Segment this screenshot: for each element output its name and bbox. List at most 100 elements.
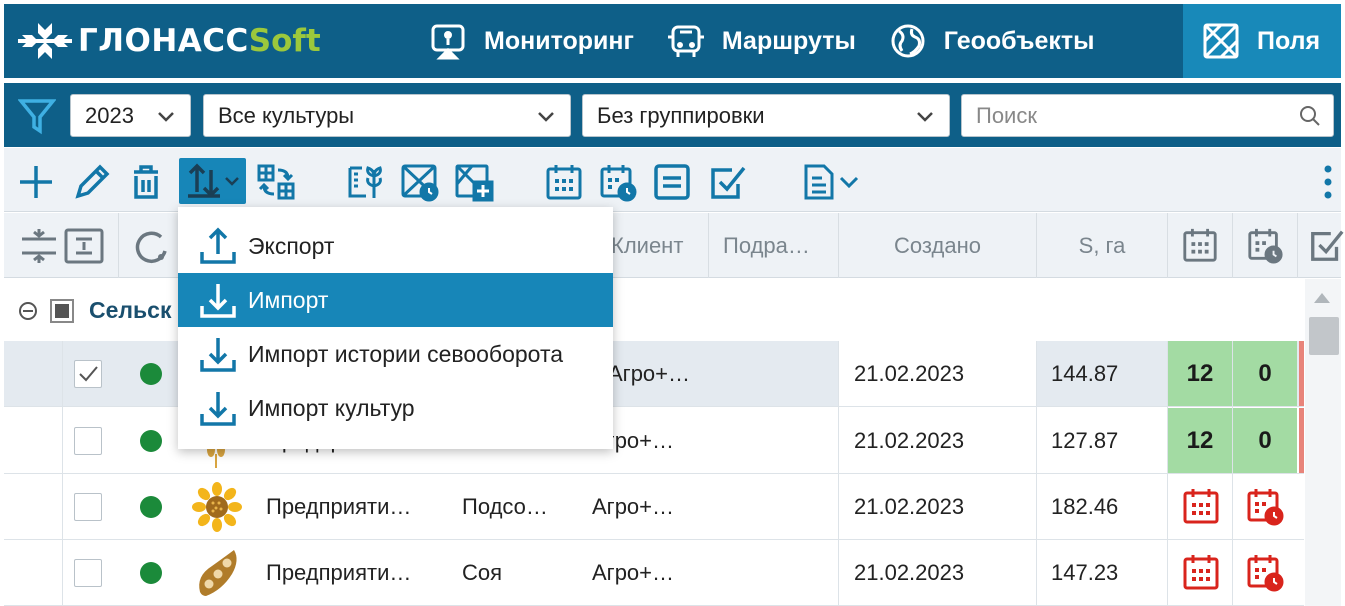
culture-select-value: Все культуры [218,102,355,128]
globe-icon [891,24,925,58]
created-column-label: Создано [894,232,981,258]
row-checkbox[interactable] [74,559,102,587]
client-column[interactable]: Клиент [599,213,709,278]
add-icon[interactable] [16,162,56,202]
import-export-menu: Экспорт Импорт Импорт истории севооборот… [178,207,613,449]
monitor-pin-icon [431,24,465,60]
scroll-thumb[interactable] [1309,317,1339,355]
calendar-clock-red-icon[interactable] [1245,552,1285,592]
menu-item-label: Импорт [248,286,329,313]
grid-line [62,341,63,606]
calendar-red-icon[interactable] [1181,552,1221,592]
collapse-icon[interactable] [18,301,38,321]
import-icon [200,284,236,318]
grid-line [1036,341,1037,606]
grouping-select[interactable]: Без группировки [582,94,950,137]
calendar-count-cell[interactable]: 12 [1168,408,1232,473]
nav-geoobjects-label: Геообъекты [943,26,1095,55]
crop-cell: Соя [462,559,503,585]
field-crop-icon[interactable] [346,162,386,202]
calendar-clock-column[interactable] [1233,213,1298,278]
row-checkbox[interactable] [74,427,102,455]
menu-item-import-cultures[interactable]: Импорт культур [178,381,613,435]
calendar-column[interactable] [1168,213,1233,278]
edit-icon[interactable] [72,162,112,202]
field-add-icon[interactable] [454,162,494,202]
group-label: Сельск [89,297,172,323]
filter-icon[interactable] [18,97,56,135]
nav-fields[interactable]: Поля [1183,4,1341,78]
calendar-count-cell[interactable]: 12 [1168,341,1232,406]
search-icon[interactable] [1299,105,1321,127]
status-column[interactable] [119,213,179,278]
calendar-clock-icon [1248,228,1283,264]
toolbar [4,148,1341,212]
calendar-clock-count-cell[interactable]: 0 [1233,341,1297,406]
name-cell: Предприяти… [266,559,412,585]
row-checkbox[interactable] [74,493,102,521]
year-select-value: 2023 [85,102,134,128]
menu-item-export[interactable]: Экспорт [178,219,613,273]
nav-monitoring-label: Мониторинг [484,26,634,55]
status-dot [140,562,162,584]
calendar-clock-red-icon[interactable] [1245,486,1285,526]
expand-collapse-column [4,213,119,278]
checkmark-icon [79,366,98,382]
bus-icon [667,25,704,57]
calendar-icon[interactable] [544,162,584,202]
chevron-down-icon [158,112,174,122]
expand-collapse-icon[interactable] [20,227,106,265]
nav-monitoring[interactable]: Мониторинг [414,4,652,78]
import-export-icon [188,163,220,198]
grid-line [1232,341,1233,606]
created-cell: 21.02.2023 [854,559,965,585]
search-box [961,94,1334,137]
import-icon [200,338,236,372]
logo[interactable]: ГЛОНАСС Soft [4,4,414,78]
calendar-red-icon[interactable] [1181,486,1221,526]
search-input[interactable] [962,95,1262,136]
division-column[interactable]: Подра… [709,213,839,278]
nav-geoobjects[interactable]: Геообъекты [874,4,1113,78]
table-row[interactable]: Предприяти… Соя Агро+… 21.02.2023 147.23 [4,540,1304,606]
grid-line [838,341,839,606]
logo-text: ГЛОНАСС [78,23,249,59]
calendar-clock-count-cell[interactable]: 0 [1233,408,1297,473]
field-history-icon[interactable] [400,162,440,202]
group-checkbox[interactable] [50,299,74,323]
scroll-up-arrow[interactable] [1314,293,1330,303]
more-icon[interactable] [1318,162,1338,202]
top-navigation: ГЛОНАСС Soft Мониторинг Маршруты Геообъек… [4,4,1341,78]
report-icon[interactable] [800,162,840,202]
delete-icon[interactable] [126,162,166,202]
area-cell: 182.46 [1051,493,1119,519]
checkbox-icon [1311,230,1344,261]
list-icon[interactable] [652,162,692,202]
year-select[interactable]: 2023 [70,94,191,137]
import-export-button[interactable] [179,158,246,204]
crop-cell: Подсо… [462,493,548,519]
calendar-icon [1183,228,1217,262]
transfer-icon[interactable] [256,162,296,202]
culture-select[interactable]: Все культуры [203,94,571,137]
checkbox-icon[interactable] [708,162,748,202]
area-cell: 144.87 [1051,360,1119,386]
calendar-clock-icon[interactable] [598,162,638,202]
area-column[interactable]: S, га [1037,213,1168,278]
menu-item-import-rotation-history[interactable]: Импорт истории севооборота [178,327,613,381]
status-bar [1299,341,1304,406]
indeterminate-mark [55,304,69,318]
vertical-scrollbar[interactable] [1305,279,1341,606]
menu-item-import[interactable]: Импорт [178,273,613,327]
status-loading-icon [135,231,167,264]
status-bar [1299,408,1304,473]
check-column[interactable] [1298,213,1344,278]
created-column[interactable]: Создано [839,213,1037,278]
chevron-down-icon[interactable] [838,172,860,192]
row-checkbox[interactable] [74,360,102,388]
field-icon [1203,23,1239,59]
client-cell: Агро+… [608,360,691,386]
table-row[interactable]: Предприяти… Подсо… Агро+… 21.02.2023 182… [4,474,1304,540]
name-cell: Предприяти… [266,493,412,519]
nav-routes[interactable]: Маршруты [652,4,874,78]
